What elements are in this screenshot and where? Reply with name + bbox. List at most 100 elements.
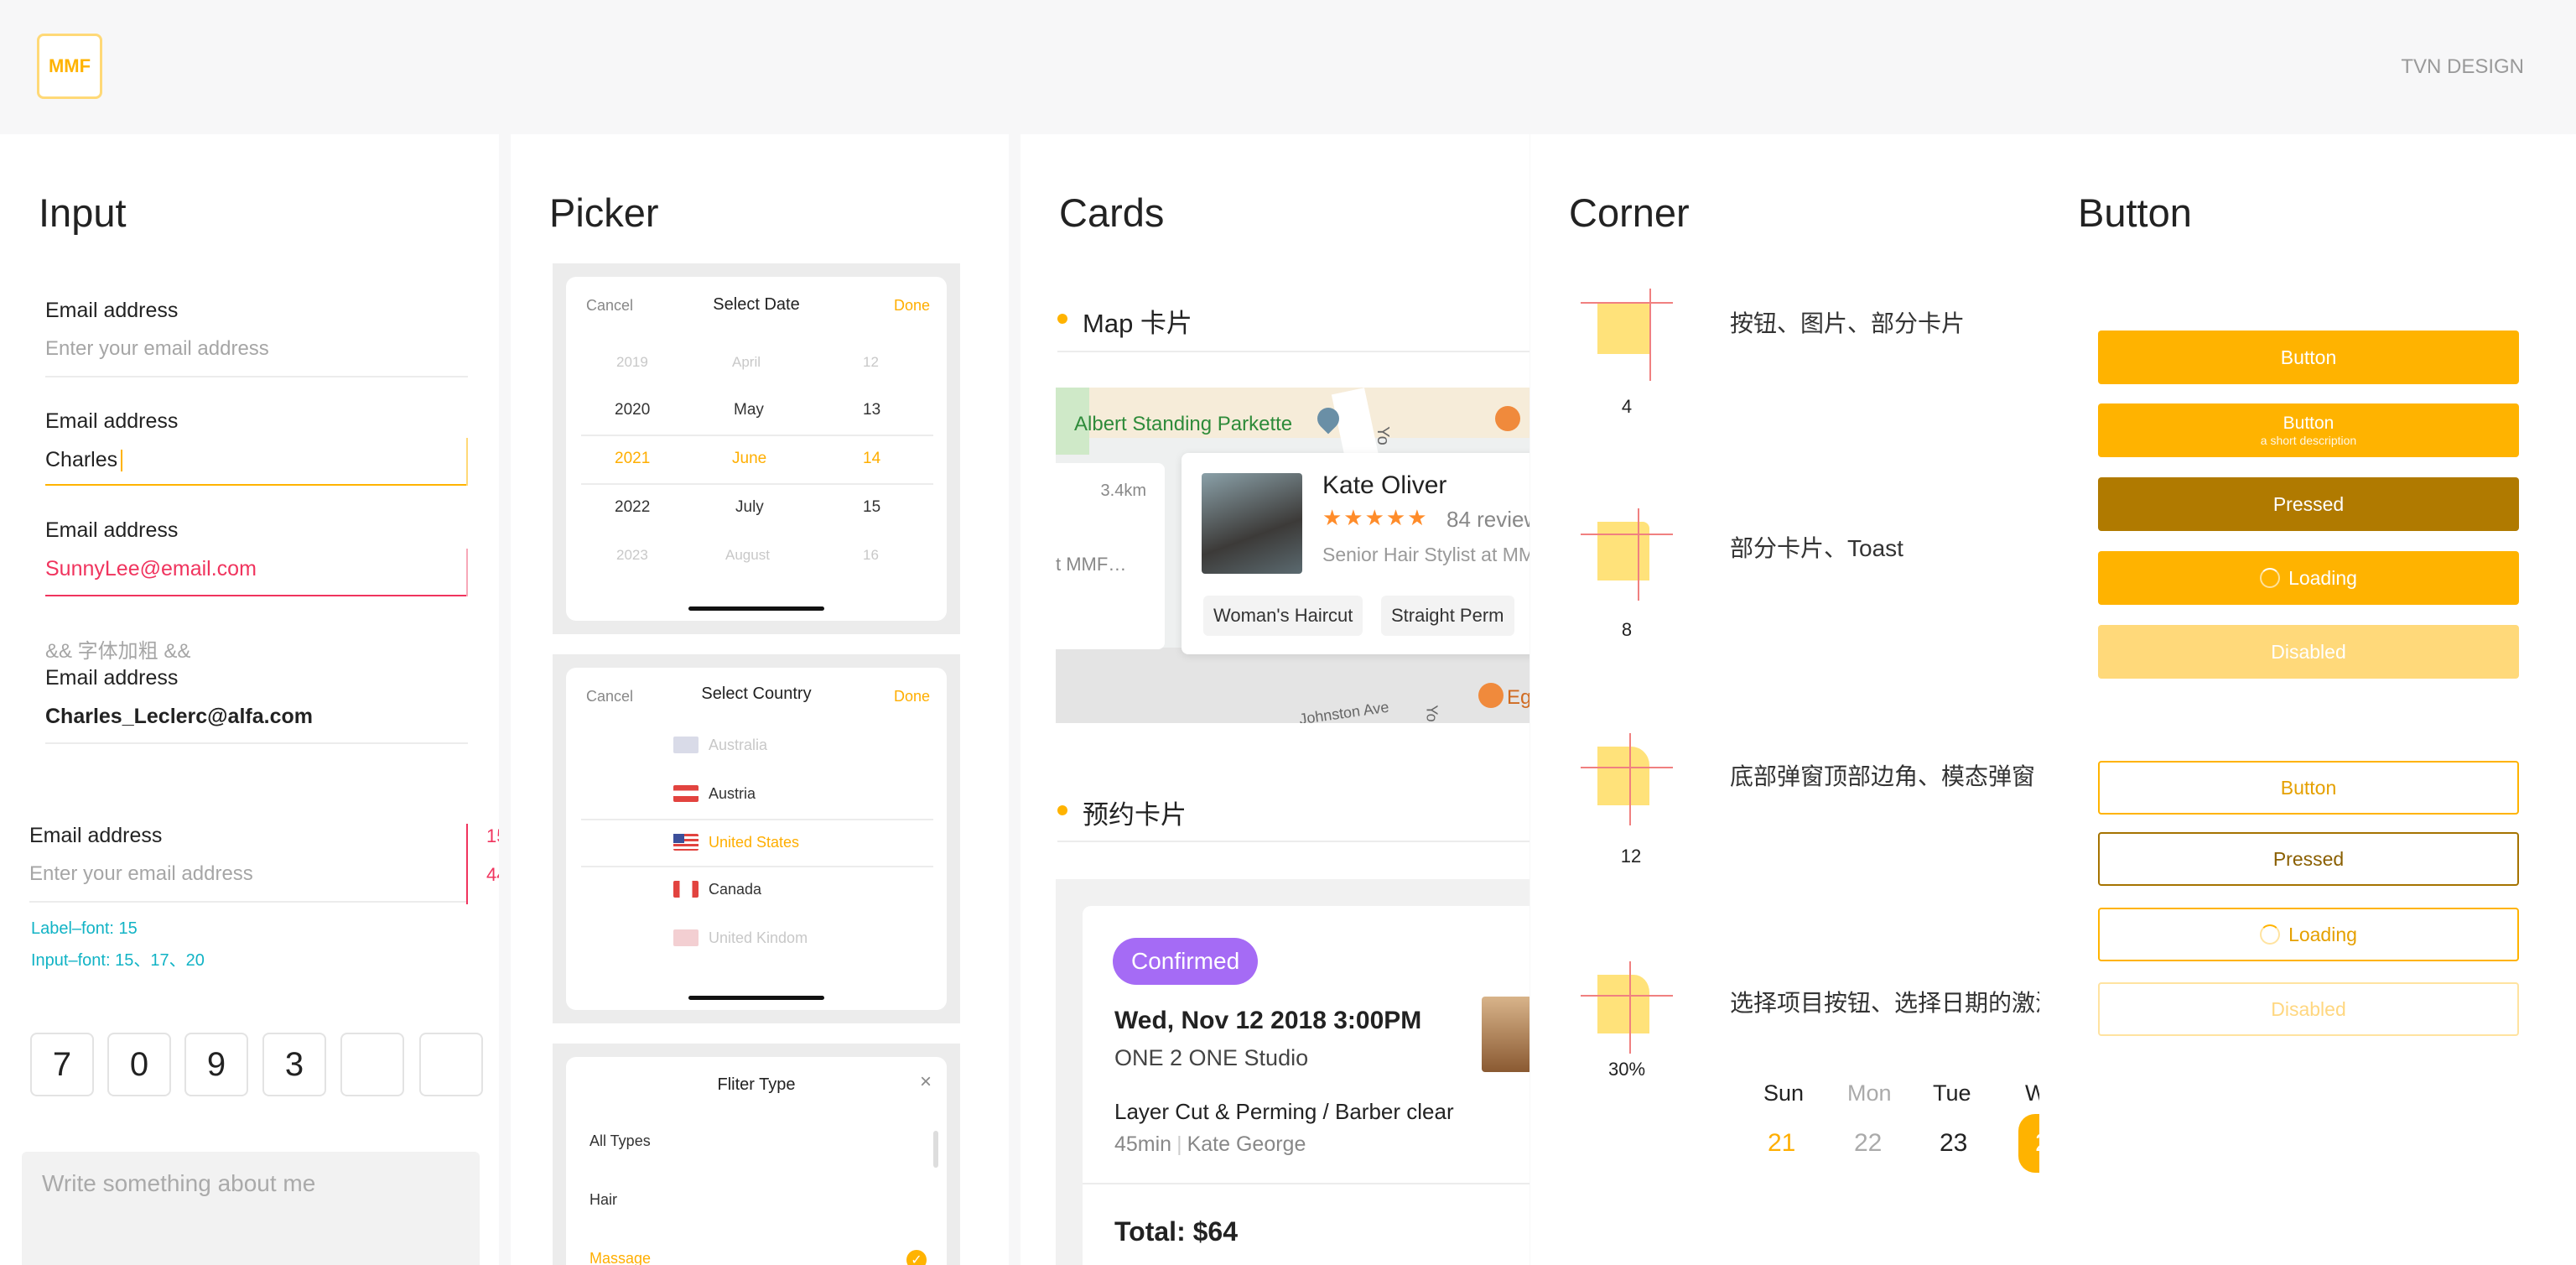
done-button[interactable]: Done <box>894 297 930 315</box>
service-tag[interactable]: Straight Perm <box>1381 596 1514 636</box>
country-option[interactable]: Austria <box>709 785 756 803</box>
corner-panel: Corner 4 按钮、图片、部分卡片 8 部分卡片、Toast 12 底部弹窗… <box>1530 134 2039 1265</box>
service-tag[interactable]: Woman's Haircut <box>1203 596 1363 636</box>
close-icon[interactable]: × <box>920 1070 932 1094</box>
home-indicator <box>688 996 824 1000</box>
email-label: Email address <box>45 299 179 322</box>
day-name: Sun <box>1763 1080 1805 1106</box>
scrollbar[interactable] <box>933 1131 938 1168</box>
email-field-focused[interactable]: Charles <box>45 448 123 472</box>
guide-line <box>1581 995 1673 997</box>
day-selected[interactable]: 2 <box>2018 1114 2039 1173</box>
year-option[interactable]: 2019 <box>616 354 648 371</box>
country-option[interactable]: United Kindom <box>709 929 808 947</box>
day-option[interactable]: 13 <box>863 401 880 419</box>
guide-line <box>1629 733 1631 825</box>
code-digit[interactable] <box>419 1033 483 1096</box>
stylist-card[interactable]: Kate Oliver ★★★★★ 84 reviews Senior Hair… <box>1182 453 1530 654</box>
month-selected[interactable]: June <box>732 450 766 468</box>
booking-card[interactable]: Confirmed Wed, Nov 12 2018 3:00PM ONE 2 … <box>1083 906 1530 1265</box>
outline-loading-button[interactable]: Loading <box>2098 908 2519 961</box>
filter-picker: Fliter Type × All Types Hair Massage ✓ <box>553 1044 960 1265</box>
filter-heading: Fliter Type <box>717 1075 796 1094</box>
code-digit[interactable]: 7 <box>30 1033 94 1096</box>
day-selected[interactable]: 14 <box>863 450 880 468</box>
day-number[interactable]: 23 <box>1940 1129 1967 1158</box>
corner-sample-30pct <box>1597 975 1649 1033</box>
service-meta: 45min | Kate George <box>1114 1132 1306 1156</box>
outline-pressed-button[interactable]: Pressed <box>2098 832 2519 886</box>
year-option[interactable]: 2023 <box>616 547 648 564</box>
section-title: 预约卡片 <box>1083 800 1187 830</box>
month-option[interactable]: August <box>725 547 770 564</box>
focus-underline-edge <box>466 438 468 486</box>
flag-austria-icon <box>673 785 699 802</box>
font-spec-input: Input–font: 15、17、20 <box>31 951 205 970</box>
code-digit[interactable] <box>340 1033 404 1096</box>
bullet <box>1057 805 1067 815</box>
filter-option-selected[interactable]: Massage <box>589 1250 651 1265</box>
month-option[interactable]: April <box>732 354 761 371</box>
booking-datetime: Wed, Nov 12 2018 3:00PM <box>1114 1007 1422 1034</box>
month-option[interactable]: July <box>735 498 764 517</box>
dimension-marker <box>466 824 468 904</box>
email-field[interactable]: Enter your email address <box>45 337 269 361</box>
review-count: 84 reviews <box>1446 507 1530 532</box>
day-number-today[interactable]: 21 <box>1768 1129 1795 1158</box>
outline-disabled-button[interactable]: Disabled <box>2098 982 2519 1036</box>
home-indicator <box>688 606 824 611</box>
year-option[interactable]: 2020 <box>615 401 650 419</box>
panel-title: Picker <box>549 190 659 235</box>
email-field-error[interactable]: SunnyLee@email.com <box>45 557 257 581</box>
day-option[interactable]: 15 <box>863 498 880 517</box>
staff-name: Kate George <box>1187 1132 1306 1156</box>
filter-option[interactable]: Hair <box>589 1191 617 1209</box>
country-selected[interactable]: United States <box>709 834 799 851</box>
done-button[interactable]: Done <box>894 688 930 705</box>
picker-panel: Picker Cancel Select Date Done 2019 Apri… <box>511 134 1009 1265</box>
year-selected[interactable]: 2021 <box>615 450 650 468</box>
panel-title: Input <box>39 190 127 235</box>
divider <box>45 742 468 744</box>
loading-button[interactable]: Loading <box>2098 551 2519 605</box>
country-option[interactable]: Australia <box>709 737 767 754</box>
prev-card[interactable]: 3.4km t MMF… <box>1056 463 1165 649</box>
day-number[interactable]: 22 <box>1854 1129 1882 1158</box>
panel-title: Button <box>2078 190 2192 235</box>
corner-sample-8 <box>1597 522 1649 580</box>
outline-button[interactable]: Button <box>2098 761 2519 815</box>
corner-sample-12 <box>1597 747 1649 805</box>
primary-button-with-description[interactable]: Button a short description <box>2098 403 2519 457</box>
restaurant-pin-icon <box>1495 406 1520 431</box>
country-option[interactable]: Canada <box>709 881 761 898</box>
year-option[interactable]: 2022 <box>615 498 650 517</box>
about-textarea[interactable]: Write something about me <box>22 1152 480 1265</box>
code-digit[interactable]: 0 <box>107 1033 171 1096</box>
email-field[interactable]: Enter your email address <box>29 862 253 886</box>
day-option[interactable]: 12 <box>863 354 879 371</box>
disabled-button[interactable]: Disabled <box>2098 625 2519 679</box>
pressed-button[interactable]: Pressed <box>2098 477 2519 531</box>
prev-card-text: t MMF… <box>1056 554 1127 575</box>
primary-button[interactable]: Button <box>2098 331 2519 384</box>
email-field-bold[interactable]: Charles_Leclerc@alfa.com <box>45 705 313 729</box>
selection-line <box>581 483 933 485</box>
email-label: Email address <box>45 409 179 433</box>
street-label: Yo <box>1373 426 1392 445</box>
selection-line <box>581 435 933 436</box>
picker-heading: Select Country <box>701 685 812 703</box>
email-label: Email address <box>45 666 179 690</box>
code-digit[interactable]: 9 <box>184 1033 248 1096</box>
panel-title: Corner <box>1569 190 1690 235</box>
email-label: Email address <box>29 824 163 847</box>
filter-option[interactable]: All Types <box>589 1132 651 1150</box>
code-digit[interactable]: 3 <box>262 1033 326 1096</box>
month-option[interactable]: May <box>734 401 764 419</box>
logo: MMF <box>37 34 102 99</box>
corner-usage: 底部弹窗顶部边角、模态弹窗 <box>1730 763 2036 789</box>
email-label: Email address <box>45 518 179 542</box>
error-underline-edge <box>466 549 468 596</box>
day-option[interactable]: 16 <box>863 547 879 564</box>
guide-line <box>1629 961 1631 1054</box>
day-name: W <box>2025 1080 2039 1106</box>
